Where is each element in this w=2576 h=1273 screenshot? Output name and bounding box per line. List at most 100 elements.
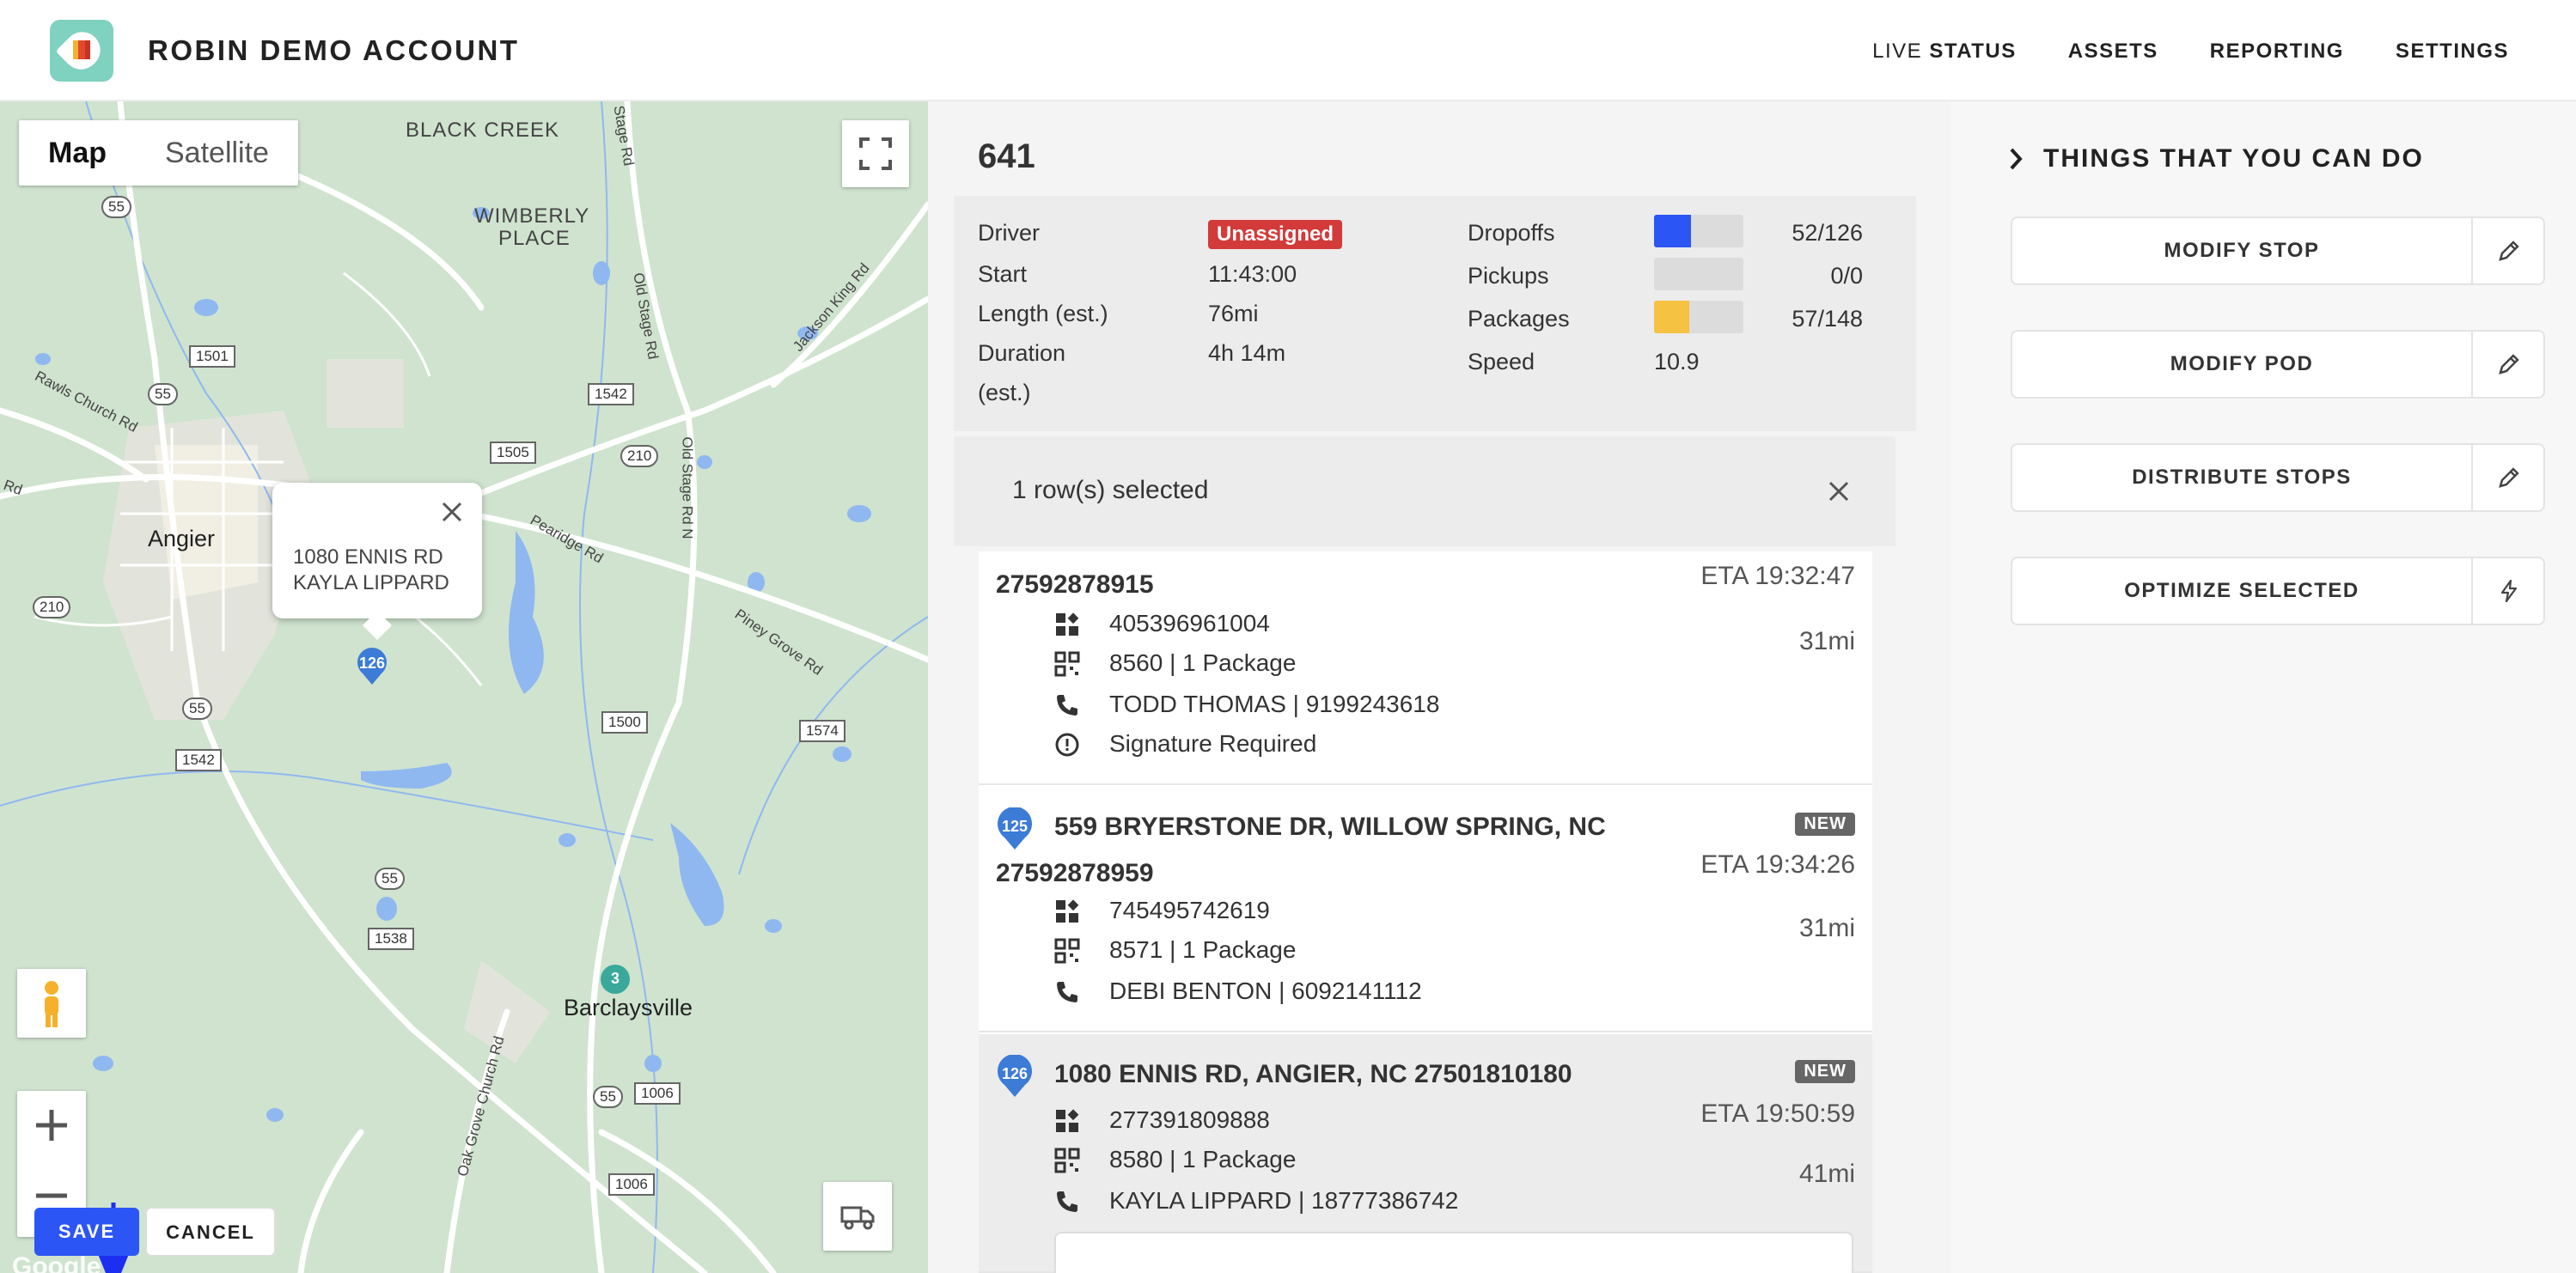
phone-icon (1057, 982, 1077, 1002)
driver-status-badge[interactable]: Unassigned (1208, 220, 1343, 249)
packages-label: Packages (1468, 306, 1570, 332)
shield-55: 55 (182, 697, 212, 720)
route-detail-panel: 641 Driver Unassigned Start 11:43:00 Len… (928, 101, 1950, 1273)
duration-label-est: (est.) (978, 380, 1031, 405)
street-view-pegman[interactable] (17, 969, 86, 1038)
modify-stop-action[interactable]: MODIFY STOP (2011, 216, 2545, 285)
distribute-stops-button[interactable]: DISTRIBUTE STOPS (2012, 445, 2471, 510)
map-view[interactable]: Map Satellite BLACK CREEK WIMBERLY PLACE… (0, 101, 928, 1273)
nav-reporting[interactable]: REPORTING (2210, 40, 2344, 64)
truck-button[interactable] (823, 1182, 892, 1251)
pencil-icon[interactable] (2495, 350, 2523, 378)
duration-label: Duration (978, 340, 1066, 366)
qr-code-icon (1054, 1148, 1080, 1173)
map-label-black-creek: BLACK CREEK (406, 119, 560, 142)
length-value: 76mi (1208, 301, 1259, 326)
dropoffs-progress-bar (1654, 215, 1743, 247)
app-logo[interactable] (50, 20, 113, 82)
stop-row-selected[interactable]: 126 1080 ENNIS RD, ANGIER, NC 2750181018… (979, 1034, 1872, 1273)
shield-55: 55 (101, 196, 131, 218)
driver-label: Driver (978, 220, 1040, 246)
stop-row[interactable]: 27592878915 ETA 19:32:47 31mi 4053969610… (979, 551, 1872, 785)
actions-title: THINGS THAT YOU CAN DO (2043, 144, 2424, 173)
map-pin-green[interactable]: 3 (600, 964, 631, 998)
start-label: Start (978, 261, 1028, 287)
map-type-map[interactable]: Map (19, 120, 136, 186)
map-label-wimberly: WIMBERLY (474, 204, 590, 228)
action-divider (2471, 445, 2473, 510)
pickups-label: Pickups (1468, 263, 1549, 289)
optimize-selected-button[interactable]: OPTIMIZE SELECTED (2012, 558, 2471, 624)
shield-1505: 1505 (490, 442, 536, 464)
main-nav: LIVE STATUS ASSETS REPORTING SETTINGS (1872, 40, 2509, 64)
chevron-right-icon[interactable] (2007, 146, 2024, 172)
close-icon (442, 502, 462, 522)
nav-live-status[interactable]: LIVE STATUS (1872, 40, 2017, 64)
stop-contact: KAYLA LIPPARD | 18777386742 (1109, 1187, 1459, 1214)
barcode-grid-icon (1056, 899, 1079, 923)
popup-contact: KAYLA LIPPARD (293, 571, 449, 594)
stop-barcode: 277391809888 (1109, 1106, 1270, 1133)
truck-icon (840, 1206, 875, 1230)
nav-settings[interactable]: SETTINGS (2396, 40, 2509, 64)
stop-number: 126 (1001, 1065, 1029, 1082)
nav-assets[interactable]: ASSETS (2068, 40, 2158, 64)
stop-expand-panel[interactable] (1054, 1232, 1853, 1273)
clear-selection-button[interactable] (1822, 474, 1856, 509)
pencil-icon[interactable] (2495, 237, 2523, 265)
speed-label: Speed (1468, 349, 1535, 375)
alert-circle-icon (1055, 733, 1079, 757)
stop-distance: 31mi (1798, 914, 1855, 942)
stop-row[interactable]: 125 559 BRYERSTONE DR, WILLOW SPRING, NC… (979, 787, 1872, 1032)
shield-1500: 1500 (601, 711, 648, 734)
modify-pod-action[interactable]: MODIFY POD (2011, 330, 2545, 399)
map-label-place: PLACE (498, 227, 571, 250)
stop-id: 27592878959 (996, 859, 1154, 887)
stop-id: 27592878915 (996, 570, 1154, 599)
stop-barcode: 405396961004 (1109, 610, 1270, 636)
selection-toolbar: 1 row(s) selected (954, 436, 1895, 546)
popup-close-button[interactable] (438, 498, 466, 526)
map-type-toggle: Map Satellite (19, 120, 298, 186)
stop-distance: 31mi (1798, 627, 1855, 655)
shield-1574: 1574 (799, 720, 845, 742)
stop-list[interactable]: 27592878915 ETA 19:32:47 31mi 4053969610… (979, 551, 1872, 1273)
stop-package: 8571 | 1 Package (1109, 936, 1297, 963)
pencil-icon[interactable] (2495, 464, 2523, 491)
map-pin-number: 3 (610, 970, 620, 987)
shield-1501: 1501 (189, 345, 235, 368)
dropoffs-progress-fill (1654, 215, 1691, 247)
length-label: Length (est.) (978, 301, 1108, 326)
route-title: 641 (978, 137, 1035, 175)
selection-count: 1 row(s) selected (1012, 476, 1209, 504)
packages-progress-fill (1654, 301, 1689, 333)
dropoffs-label: Dropoffs (1468, 220, 1555, 246)
map-type-satellite[interactable]: Satellite (136, 120, 298, 186)
stop-contact: DEBI BENTON | 6092141112 (1109, 978, 1422, 1004)
save-button[interactable]: SAVE (34, 1208, 139, 1256)
duration-value: 4h 14m (1208, 340, 1286, 366)
actions-panel: THINGS THAT YOU CAN DO MODIFY STOP MODIF… (1950, 101, 2576, 1273)
cancel-button[interactable]: CANCEL (146, 1208, 275, 1256)
stop-eta: ETA 19:34:26 (1700, 850, 1855, 879)
fullscreen-button[interactable] (842, 120, 909, 187)
distribute-stops-action[interactable]: DISTRIBUTE STOPS (2011, 443, 2545, 512)
modify-pod-button[interactable]: MODIFY POD (2012, 332, 2471, 397)
fullscreen-icon (859, 137, 892, 170)
optimize-selected-action[interactable]: OPTIMIZE SELECTED (2011, 557, 2545, 625)
new-badge: NEW (1795, 1060, 1855, 1083)
shield-1542: 1542 (175, 749, 222, 771)
map-pin-126[interactable]: 126 (356, 648, 388, 685)
shield-1006: 1006 (608, 1173, 655, 1196)
plus-icon (36, 1110, 67, 1141)
shield-55: 55 (375, 868, 405, 890)
start-value: 11:43:00 (1208, 261, 1297, 287)
map-background (0, 101, 928, 1273)
phone-icon (1057, 1191, 1077, 1212)
logo-cube-icon (73, 40, 90, 59)
lightning-icon[interactable] (2495, 577, 2523, 605)
stop-barcode: 745495742619 (1109, 897, 1270, 923)
modify-stop-button[interactable]: MODIFY STOP (2012, 218, 2471, 283)
zoom-in-button[interactable] (17, 1091, 86, 1160)
new-badge: NEW (1795, 813, 1855, 836)
